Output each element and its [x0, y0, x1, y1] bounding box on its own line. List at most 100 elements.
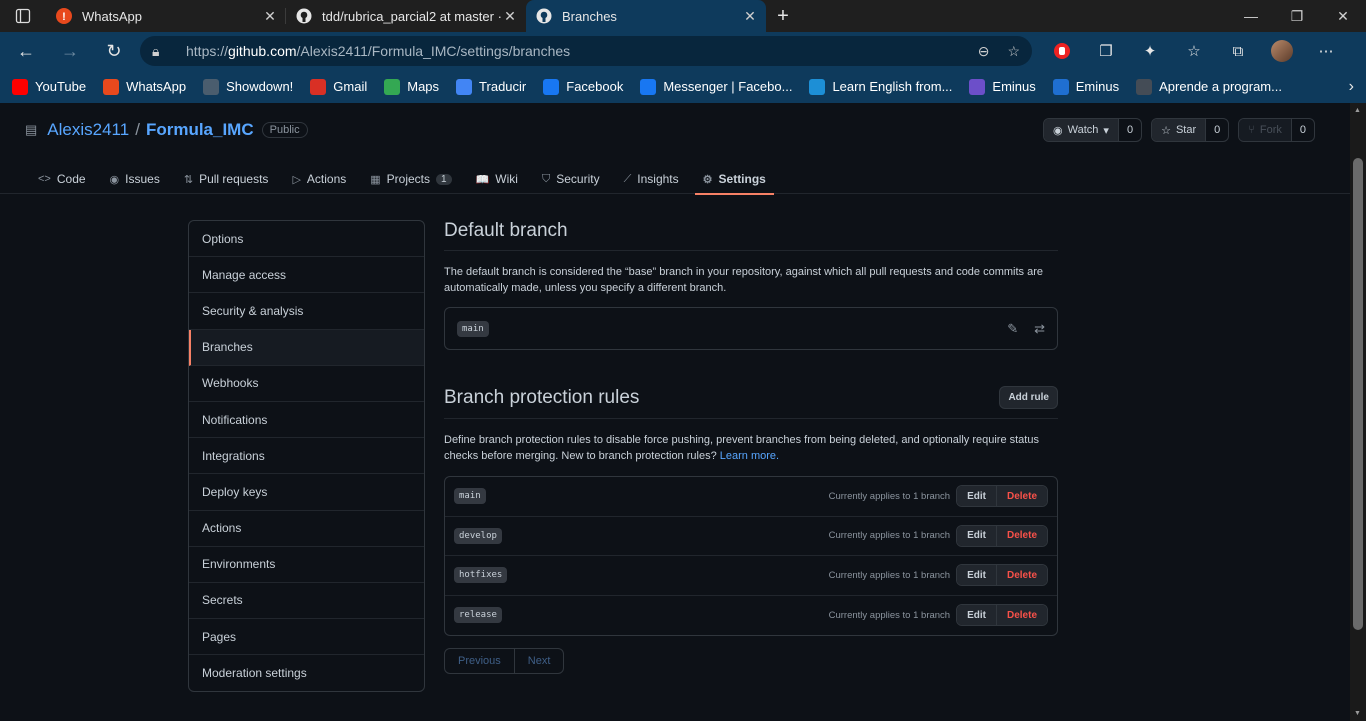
repo-header: ▤ Alexis2411 / Formula_IMC Public ◉ Watch…	[0, 103, 1350, 195]
whatsapp-icon: !	[56, 8, 72, 24]
watch-count[interactable]: 0	[1117, 119, 1141, 141]
edit-rule-button[interactable]: Edit	[957, 486, 996, 507]
add-rule-button[interactable]: Add rule	[999, 386, 1058, 409]
switch-arrows-icon[interactable]: ⇄	[1034, 321, 1045, 337]
tab-wiki[interactable]: 📖 Wiki	[468, 164, 526, 194]
sidebar-item-pages[interactable]: Pages	[189, 619, 424, 656]
delete-rule-button[interactable]: Delete	[995, 565, 1047, 586]
extension-copy-icon[interactable]: ❐	[1088, 36, 1124, 66]
sidebar-item-environments[interactable]: Environments	[189, 547, 424, 583]
facebook-icon	[640, 78, 657, 95]
watch-button[interactable]: ◉ Watch ▾	[1044, 119, 1118, 141]
star-count[interactable]: 0	[1205, 119, 1228, 141]
actions-icon: ▷	[292, 173, 301, 186]
star-button[interactable]: ☆ Star	[1152, 119, 1206, 141]
browser-tab-branches[interactable]: Branches ✕	[526, 0, 766, 32]
browser-tab-whatsapp[interactable]: ! WhatsApp ✕	[46, 0, 286, 32]
fork-count[interactable]: 0	[1290, 119, 1314, 141]
delete-rule-button[interactable]: Delete	[995, 605, 1047, 626]
bookmark-item[interactable]: YouTube	[12, 78, 86, 95]
bookmark-item[interactable]: Facebook	[543, 78, 624, 95]
close-window-button[interactable]: ✕	[1320, 0, 1366, 32]
learn-more-link[interactable]: Learn more.	[720, 450, 779, 462]
fork-label: Fork	[1259, 124, 1282, 136]
sidebar-item-manage-access[interactable]: Manage access	[189, 257, 424, 294]
tab-actions-button[interactable]	[0, 0, 46, 32]
bookmark-item[interactable]: Messenger | Facebo...	[640, 78, 792, 95]
edit-rule-button[interactable]: Edit	[957, 525, 996, 546]
repo-name-link[interactable]: Formula_IMC	[146, 120, 254, 140]
browser-tab-tdd[interactable]: tdd/rubrica_parcial2 at master · a ✕	[286, 0, 526, 32]
repo-icon: ▤	[25, 122, 38, 137]
sidebar-item-security-analysis[interactable]: Security & analysis	[189, 293, 424, 330]
tab-settings[interactable]: ⚙ Settings	[694, 164, 775, 195]
bookmark-label: Showdown!	[226, 79, 294, 94]
bookmark-item[interactable]: Traducir	[456, 78, 526, 95]
bookmark-label: Gmail	[333, 79, 368, 94]
delete-rule-button[interactable]: Delete	[995, 486, 1047, 507]
bookmark-item[interactable]: Eminus	[969, 78, 1036, 95]
default-branch-heading: Default branch	[444, 220, 1058, 251]
sidebar-item-branches[interactable]: Branches	[189, 329, 424, 366]
close-icon[interactable]: ✕	[502, 8, 518, 25]
fork-button[interactable]: ⑂ Fork	[1239, 119, 1291, 141]
favorites-icon[interactable]: ☆	[1176, 36, 1212, 66]
tab-security[interactable]: ⛉ Security	[534, 164, 608, 194]
close-icon[interactable]: ✕	[742, 8, 758, 25]
previous-button[interactable]: Previous	[445, 649, 514, 673]
tab-issues[interactable]: ◉ Issues	[102, 164, 168, 194]
pencil-icon[interactable]: ✎	[1007, 321, 1018, 337]
rule-applies-text: Currently applies to 1 branch	[828, 569, 951, 581]
forward-button[interactable]: →	[52, 35, 88, 67]
chevron-right-icon[interactable]: ›	[1349, 78, 1354, 96]
zoom-icon[interactable]: ⊖	[978, 43, 990, 60]
scrollbar-thumb[interactable]	[1353, 158, 1363, 630]
bookmark-item[interactable]: Gmail	[310, 78, 368, 95]
sidebar-item-deploy-keys[interactable]: Deploy keys	[189, 474, 424, 511]
tab-insights[interactable]: ⟋ Insights	[616, 164, 687, 194]
restore-button[interactable]: ❐	[1274, 0, 1320, 32]
edit-rule-button[interactable]: Edit	[957, 605, 996, 626]
collections-icon[interactable]: ⧉	[1220, 36, 1256, 66]
bookmark-item[interactable]: WhatsApp	[103, 78, 186, 95]
gmail-icon	[310, 78, 327, 95]
page-scrollbar[interactable]: ▲ ▼	[1350, 103, 1366, 721]
bookmark-item[interactable]: Showdown!	[203, 78, 294, 95]
repo-owner-link[interactable]: Alexis2411	[47, 120, 129, 140]
sidebar-item-webhooks[interactable]: Webhooks	[189, 366, 424, 402]
next-button[interactable]: Next	[513, 649, 564, 673]
sidebar-item-moderation-settings[interactable]: Moderation settings	[189, 655, 424, 691]
extensions-icon[interactable]: ✦	[1132, 36, 1168, 66]
refresh-button[interactable]: ↻	[96, 35, 132, 67]
more-menu-icon[interactable]: ⋯	[1308, 36, 1344, 66]
gear-icon: ⚙	[702, 173, 713, 186]
profile-avatar[interactable]	[1264, 36, 1300, 66]
new-tab-button[interactable]: +	[766, 0, 800, 32]
bookmark-item[interactable]: Eminus	[1052, 78, 1119, 95]
sidebar-item-options[interactable]: Options	[189, 221, 424, 258]
delete-rule-button[interactable]: Delete	[995, 525, 1047, 546]
projects-icon: ▦	[370, 173, 381, 186]
bookmark-item[interactable]: Learn English from...	[809, 78, 952, 95]
sidebar-item-secrets[interactable]: Secrets	[189, 583, 424, 620]
scroll-up-icon[interactable]: ▲	[1354, 107, 1361, 114]
plus-icon: +	[777, 4, 789, 27]
tab-actions[interactable]: ▷ Actions	[284, 164, 354, 194]
sidebar-item-notifications[interactable]: Notifications	[189, 402, 424, 439]
minimize-button[interactable]: —	[1228, 0, 1274, 32]
edit-rule-button[interactable]: Edit	[957, 565, 996, 586]
address-bar[interactable]: 🔒︎ https://github.com/Alexis2411/Formula…	[140, 36, 1032, 66]
bookmark-label: Facebook	[566, 79, 624, 94]
tab-pull-requests[interactable]: ⇅ Pull requests	[176, 164, 277, 194]
tab-code[interactable]: <> Code	[30, 164, 94, 194]
favorite-star-icon[interactable]: ☆	[1007, 43, 1020, 60]
back-button[interactable]: ←	[8, 35, 44, 67]
tab-projects[interactable]: ▦ Projects 1	[362, 164, 459, 194]
scroll-down-icon[interactable]: ▼	[1354, 710, 1361, 717]
extension-hand-icon[interactable]	[1044, 36, 1080, 66]
bookmark-item[interactable]: Aprende a program...	[1136, 78, 1282, 95]
sidebar-item-actions[interactable]: Actions	[189, 511, 424, 547]
close-icon[interactable]: ✕	[262, 8, 278, 25]
sidebar-item-integrations[interactable]: Integrations	[189, 438, 424, 475]
bookmark-item[interactable]: Maps	[384, 78, 439, 95]
